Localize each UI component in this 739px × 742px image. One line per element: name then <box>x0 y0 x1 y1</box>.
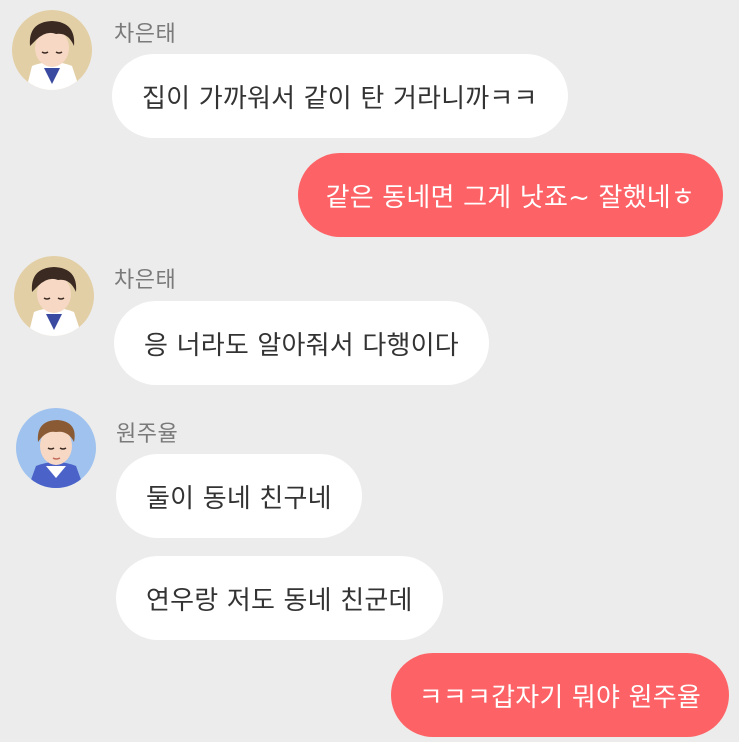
message-bubble-incoming[interactable]: 응 너라도 알아줘서 다행이다 <box>114 301 489 385</box>
message-bubble-incoming[interactable]: 집이 가까워서 같이 탄 거라니까ㅋㅋ <box>112 54 568 138</box>
avatar-won-juyul-image <box>16 408 96 488</box>
message-bubble-outgoing[interactable]: ㅋㅋㅋ갑자기 뭐야 원주율 <box>390 653 729 737</box>
message-bubble-incoming[interactable]: 연우랑 저도 동네 친군데 <box>116 556 443 640</box>
avatar-cha-euntae-image <box>14 256 94 336</box>
message-bubble-incoming[interactable]: 둘이 동네 친구네 <box>116 454 362 538</box>
avatar-cha-euntae[interactable] <box>12 10 92 90</box>
avatar-cha-euntae-image <box>12 10 92 90</box>
sender-name: 차은태 <box>114 22 177 47</box>
sender-name: 원주율 <box>116 422 179 447</box>
avatar-cha-euntae[interactable] <box>14 256 94 336</box>
chat-thread: 차은태 집이 가까워서 같이 탄 거라니까ㅋㅋ 같은 동네면 그게 낫죠~ 잘했… <box>0 0 739 742</box>
message-bubble-outgoing[interactable]: 같은 동네면 그게 낫죠~ 잘했네ㅎ <box>297 153 723 237</box>
sender-name: 차은태 <box>114 268 177 293</box>
avatar-won-juyul[interactable] <box>16 408 96 488</box>
